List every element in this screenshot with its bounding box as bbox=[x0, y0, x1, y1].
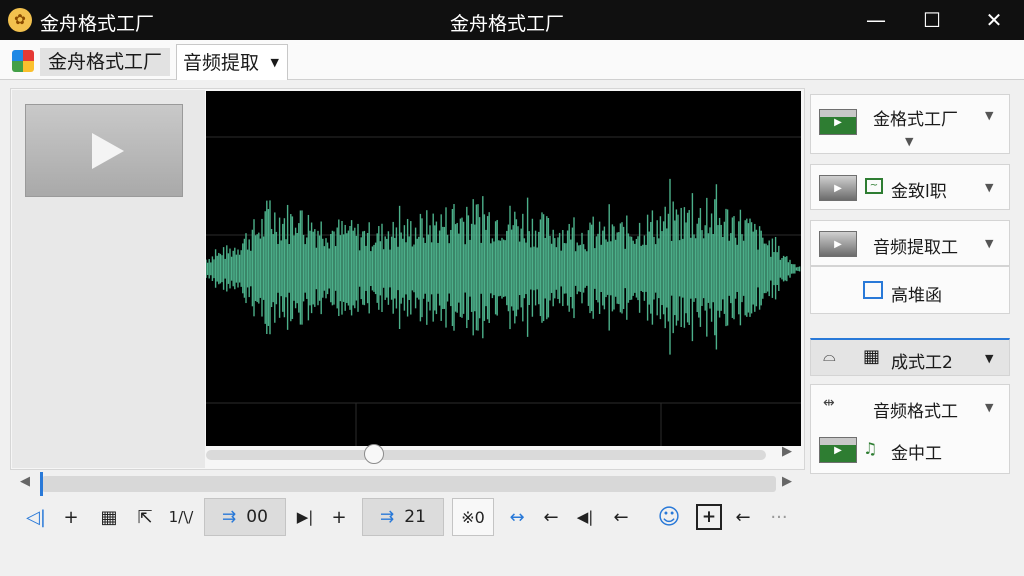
add-icon[interactable]: + bbox=[56, 498, 86, 536]
playhead[interactable] bbox=[40, 472, 43, 496]
video-clip-icon: ▶ bbox=[819, 231, 857, 257]
window-title: 金舟格式工厂 bbox=[450, 13, 565, 35]
end-time-value: 21 bbox=[404, 507, 426, 527]
minimize-button[interactable]: — bbox=[848, 0, 904, 40]
end-time-icon: ⇉ bbox=[380, 507, 395, 527]
output-item-4[interactable]: ⌓ ▦ 成式工2 ▼ bbox=[810, 338, 1010, 376]
chevron-down-icon[interactable]: ▼ bbox=[271, 45, 279, 81]
maximize-button[interactable]: ☐ bbox=[904, 0, 960, 40]
grid-icon[interactable]: ▦ bbox=[94, 498, 124, 536]
playback-toolbar: ◁| + ▦ ⇱ 1/\/ ⇉ 00 ▶| + ⇉ 21 ※0 ↔ ← ◀| ←… bbox=[18, 498, 808, 536]
output-panel: ▶ 金格式工厂 ▼ ▼ ▶ ~ 金致l职 ▼ ▶ 音频提取工 ▼ 高堆函 ⌓ ▦… bbox=[810, 88, 1012, 476]
start-time-field[interactable]: ⇉ 00 bbox=[204, 498, 286, 536]
title-bar: ✿ 金舟格式工厂 金舟格式工厂 — ☐ ✕ bbox=[0, 0, 1024, 40]
play-icon[interactable] bbox=[92, 133, 124, 169]
scroll-track[interactable] bbox=[206, 450, 766, 460]
tab-audio-label: 音频提取 bbox=[183, 52, 260, 74]
app-title: 金舟格式工厂 bbox=[40, 13, 155, 35]
tab-audio-extract[interactable]: 音频提取 ▼ bbox=[176, 44, 289, 81]
layout-icon bbox=[863, 281, 883, 299]
end-time-field[interactable]: ⇉ 21 bbox=[362, 498, 444, 536]
output-item-2-label: 金致l职 bbox=[891, 182, 947, 202]
volume-icon[interactable]: ◁| bbox=[18, 498, 54, 536]
video-thumbnail[interactable] bbox=[25, 104, 183, 197]
add-box-icon[interactable]: + bbox=[696, 504, 722, 530]
waveform-scrollbar[interactable]: ▶ bbox=[206, 444, 801, 464]
timeline-right-icon[interactable]: ▶ bbox=[782, 474, 792, 489]
output-item-5[interactable]: ⇹ 音频格式工 ▼ ▶ ♫ 金中工 bbox=[810, 384, 1010, 474]
chevron-down-icon[interactable]: ▼ bbox=[905, 135, 913, 148]
tab-home-icon[interactable] bbox=[12, 50, 34, 72]
speed-icon: ⌓ bbox=[823, 346, 836, 365]
waveform-shape bbox=[206, 178, 801, 355]
video-clip-icon: ▶ bbox=[819, 175, 857, 201]
user-icon[interactable]: ☺ bbox=[652, 498, 686, 536]
chevron-down-icon[interactable]: ▼ bbox=[985, 352, 993, 365]
timeline-left-icon[interactable]: ◀ bbox=[20, 474, 30, 489]
previous-icon[interactable]: ◀| bbox=[570, 498, 600, 536]
add-icon-2[interactable]: + bbox=[324, 498, 354, 536]
tab-home[interactable]: 金舟格式工厂 bbox=[40, 48, 171, 76]
cursor-icon[interactable]: ⇱ bbox=[130, 498, 160, 536]
audio-icon: ♫ bbox=[863, 439, 878, 458]
output-item-3-sub[interactable]: 高堆函 bbox=[810, 266, 1010, 314]
video-clip-icon: ▶ bbox=[819, 109, 857, 135]
mark-in-icon[interactable]: ▶| bbox=[290, 498, 320, 536]
chart-icon: ~ bbox=[865, 178, 883, 194]
grid-icon: ▦ bbox=[863, 346, 881, 367]
split-button[interactable]: 1/\/ bbox=[166, 498, 196, 536]
start-time-value: 00 bbox=[246, 507, 268, 527]
output-item-5-label: 音频格式工 bbox=[873, 402, 958, 422]
status-bar bbox=[0, 560, 1024, 576]
timeline[interactable]: ◀ ▶ bbox=[18, 472, 803, 496]
app-logo-icon: ✿ bbox=[8, 8, 32, 32]
waveform-view[interactable] bbox=[206, 91, 801, 446]
output-item-4-label: 成式工2 bbox=[891, 353, 953, 373]
arrow-left-icon[interactable]: ← bbox=[536, 498, 566, 536]
start-time-icon: ⇉ bbox=[222, 507, 237, 527]
chevron-down-icon[interactable]: ▼ bbox=[985, 181, 993, 194]
scroll-right-icon[interactable]: ▶ bbox=[782, 444, 792, 459]
arrows-icon: ⇹ bbox=[823, 395, 835, 411]
output-item-3-label: 音频提取工 bbox=[873, 238, 958, 258]
output-item-2[interactable]: ▶ ~ 金致l职 ▼ bbox=[810, 164, 1010, 210]
scroll-thumb[interactable] bbox=[364, 444, 384, 464]
timeline-track[interactable] bbox=[42, 476, 776, 492]
close-button[interactable]: ✕ bbox=[966, 0, 1022, 40]
chevron-down-icon[interactable]: ▼ bbox=[985, 109, 993, 122]
chevron-down-icon[interactable]: ▼ bbox=[985, 237, 993, 250]
output-item-1[interactable]: ▶ 金格式工厂 ▼ ▼ bbox=[810, 94, 1010, 154]
output-item-5-sub-label: 金中工 bbox=[891, 444, 942, 464]
output-item-3[interactable]: ▶ 音频提取工 ▼ bbox=[810, 220, 1010, 266]
arrow-left-icon-2[interactable]: ← bbox=[606, 498, 636, 536]
more-icon[interactable]: ··· bbox=[764, 498, 794, 536]
arrow-left-icon-3[interactable]: ← bbox=[728, 498, 758, 536]
chevron-down-icon[interactable]: ▼ bbox=[985, 401, 993, 414]
loop-icon[interactable]: ↔ bbox=[502, 498, 532, 536]
video-clip-icon: ▶ bbox=[819, 437, 857, 463]
mute-button[interactable]: ※0 bbox=[452, 498, 494, 536]
output-item-3-sub-label: 高堆函 bbox=[891, 286, 942, 306]
output-item-1-label: 金格式工厂 bbox=[873, 110, 958, 130]
